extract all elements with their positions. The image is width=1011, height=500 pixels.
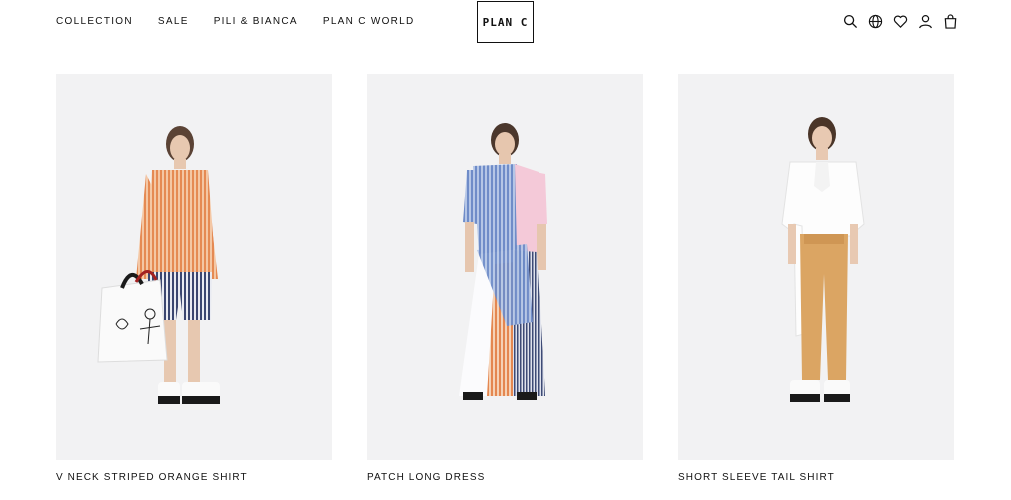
model-photo-patch-dress	[367, 74, 643, 460]
user-icon[interactable]	[917, 13, 934, 30]
site-header: COLLECTION SALE PILI & BIANCA PLAN C WOR…	[0, 0, 1011, 44]
product-image[interactable]	[56, 74, 332, 460]
header-icons	[842, 13, 959, 30]
brand-logo-text: PLAN C	[482, 15, 529, 29]
model-photo-tail-shirt	[678, 74, 954, 460]
nav-collection[interactable]: COLLECTION	[56, 16, 133, 27]
globe-icon[interactable]	[867, 13, 884, 30]
bag-icon[interactable]	[942, 13, 959, 30]
nav-sale[interactable]: SALE	[158, 16, 189, 27]
main-nav: COLLECTION SALE PILI & BIANCA PLAN C WOR…	[56, 16, 440, 27]
product-image[interactable]	[678, 74, 954, 460]
product-name[interactable]: V NECK STRIPED ORANGE SHIRT	[56, 472, 248, 483]
product-card[interactable]: SHORT SLEEVE TAIL SHIRT	[678, 74, 954, 483]
brand-logo[interactable]: PLAN C	[477, 1, 534, 43]
nav-plan-c-world[interactable]: PLAN C WORLD	[323, 16, 415, 27]
product-card[interactable]: PATCH LONG DRESS	[367, 74, 643, 483]
search-icon[interactable]	[842, 13, 859, 30]
product-name[interactable]: SHORT SLEEVE TAIL SHIRT	[678, 472, 835, 483]
heart-icon[interactable]	[892, 13, 909, 30]
product-name[interactable]: PATCH LONG DRESS	[367, 472, 485, 483]
model-photo-orange-shirt	[56, 74, 332, 460]
product-grid: V NECK STRIPED ORANGE SHIRT PATCH LONG D…	[56, 74, 955, 483]
product-card[interactable]: V NECK STRIPED ORANGE SHIRT	[56, 74, 332, 483]
product-image[interactable]	[367, 74, 643, 460]
nav-pili-bianca[interactable]: PILI & BIANCA	[214, 16, 298, 27]
